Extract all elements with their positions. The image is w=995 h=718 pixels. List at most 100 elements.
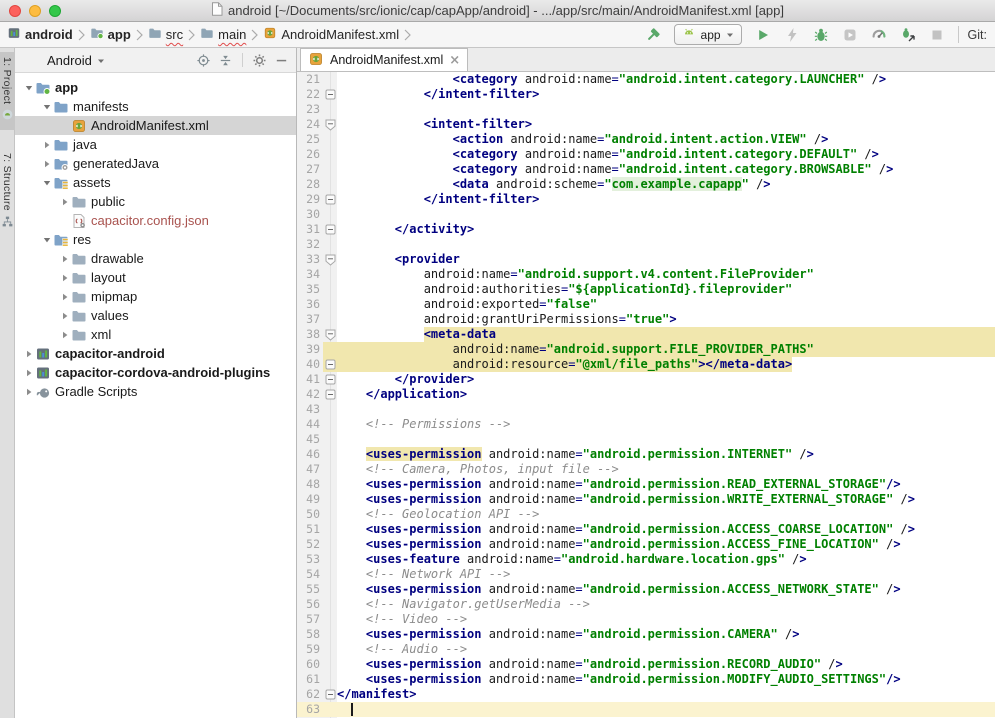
hide-panel-icon[interactable] [274,53,289,68]
code-line-61[interactable]: 61 <uses-permission android:name="androi… [297,672,995,687]
fold-marker-icon[interactable] [323,224,337,235]
tool-window-button-7-structure[interactable]: 7: Structure [0,148,15,237]
tree-item-capacitor-config-json[interactable]: capacitor.config.json [15,211,296,230]
code-line-33[interactable]: 33 <provider [297,252,995,267]
tree-item-public[interactable]: public [15,192,296,211]
close-tab-icon[interactable]: × [449,54,460,67]
run-icon[interactable] [751,24,775,46]
fold-marker-icon[interactable] [323,374,337,385]
tree-item-capacitor-cordova-android-plugins[interactable]: capacitor-cordova-android-plugins [15,363,296,382]
code-line-48[interactable]: 48 <uses-permission android:name="androi… [297,477,995,492]
chevron-collapsed-icon[interactable] [59,197,71,207]
tree-item-values[interactable]: values [15,306,296,325]
code-line-59[interactable]: 59 <!-- Audio --> [297,642,995,657]
breadcrumb-item-src[interactable]: src [147,26,184,43]
collapse-all-icon[interactable] [218,53,233,68]
code-line-54[interactable]: 54 <!-- Network API --> [297,567,995,582]
code-line-45[interactable]: 45 [297,432,995,447]
code-line-63[interactable]: 63 [297,702,995,717]
code-line-37[interactable]: 37 android:grantUriPermissions="true"> [297,312,995,327]
code-line-39[interactable]: 39 android:name="android.support.FILE_PR… [297,342,995,357]
chevron-expanded-icon[interactable] [23,83,35,93]
code-line-41[interactable]: 41 </provider> [297,372,995,387]
chevron-collapsed-icon[interactable] [59,292,71,302]
tree-item-res[interactable]: res [15,230,296,249]
fold-marker-icon[interactable] [323,194,337,205]
tree-item-drawable[interactable]: drawable [15,249,296,268]
code-line-36[interactable]: 36 android:exported="false" [297,297,995,312]
code-line-43[interactable]: 43 [297,402,995,417]
tree-item-manifests[interactable]: manifests [15,97,296,116]
code-line-58[interactable]: 58 <uses-permission android:name="androi… [297,627,995,642]
code-line-40[interactable]: 40 android:resource="@xml/file_paths"></… [297,357,995,372]
tree-item-app[interactable]: app [15,78,296,97]
code-line-53[interactable]: 53 <uses-feature android:name="android.h… [297,552,995,567]
code-line-23[interactable]: 23 [297,102,995,117]
code-line-47[interactable]: 47 <!-- Camera, Photos, input file --> [297,462,995,477]
chevron-collapsed-icon[interactable] [23,368,35,378]
code-line-34[interactable]: 34 android:name="android.support.v4.cont… [297,267,995,282]
code-line-22[interactable]: 22 </intent-filter> [297,87,995,102]
fold-marker-icon[interactable] [323,689,337,700]
code-line-35[interactable]: 35 android:authorities="${applicationId}… [297,282,995,297]
code-line-30[interactable]: 30 [297,207,995,222]
chevron-collapsed-icon[interactable] [23,387,35,397]
code-line-50[interactable]: 50 <!-- Geolocation API --> [297,507,995,522]
code-line-56[interactable]: 56 <!-- Navigator.getUserMedia --> [297,597,995,612]
code-line-57[interactable]: 57 <!-- Video --> [297,612,995,627]
fold-marker-icon[interactable] [323,254,337,266]
code-line-25[interactable]: 25 <action android:name="android.intent.… [297,132,995,147]
locate-target-icon[interactable] [196,53,211,68]
code-line-38[interactable]: 38 <meta-data [297,327,995,342]
project-view-selector[interactable]: Android [47,53,92,68]
run-coverage-icon[interactable] [838,24,862,46]
code-line-44[interactable]: 44 <!-- Permissions --> [297,417,995,432]
editor-tab-androidmanifest[interactable]: AndroidManifest.xml × [300,48,468,71]
code-line-31[interactable]: 31 </activity> [297,222,995,237]
tree-item-java[interactable]: java [15,135,296,154]
code-line-60[interactable]: 60 <uses-permission android:name="androi… [297,657,995,672]
gear-icon[interactable] [252,53,267,68]
chevron-collapsed-icon[interactable] [59,330,71,340]
tree-item-androidmanifest-xml[interactable]: AndroidManifest.xml [15,116,296,135]
code-line-24[interactable]: 24 <intent-filter> [297,117,995,132]
code-line-29[interactable]: 29 </intent-filter> [297,192,995,207]
chevron-expanded-icon[interactable] [41,235,53,245]
fold-marker-icon[interactable] [323,329,337,341]
chevron-down-icon[interactable] [97,53,105,68]
chevron-collapsed-icon[interactable] [41,159,53,169]
code-line-52[interactable]: 52 <uses-permission android:name="androi… [297,537,995,552]
code-line-21[interactable]: 21 <category android:name="android.inten… [297,72,995,87]
profiler-icon[interactable] [867,24,891,46]
fold-marker-icon[interactable] [323,119,337,131]
code-line-55[interactable]: 55 <uses-permission android:name="androi… [297,582,995,597]
breadcrumb-item-android[interactable]: android [6,26,74,43]
tree-item-mipmap[interactable]: mipmap [15,287,296,306]
tree-item-xml[interactable]: xml [15,325,296,344]
breadcrumb-item-main[interactable]: main [199,26,247,43]
minimize-window-button[interactable] [29,5,41,17]
code-editor[interactable]: 21 <category android:name="android.inten… [297,72,995,718]
code-line-62[interactable]: 62</manifest> [297,687,995,702]
chevron-expanded-icon[interactable] [41,102,53,112]
chevron-collapsed-icon[interactable] [59,273,71,283]
chevron-collapsed-icon[interactable] [59,254,71,264]
close-window-button[interactable] [9,5,21,17]
fold-marker-icon[interactable] [323,89,337,100]
debug-icon[interactable] [809,24,833,46]
code-line-42[interactable]: 42 </application> [297,387,995,402]
code-line-32[interactable]: 32 [297,237,995,252]
tree-item-generatedjava[interactable]: generatedJava [15,154,296,173]
tree-item-layout[interactable]: layout [15,268,296,287]
tree-item-assets[interactable]: assets [15,173,296,192]
breadcrumb-item-app[interactable]: app [89,26,132,43]
code-line-26[interactable]: 26 <category android:name="android.inten… [297,147,995,162]
stop-icon[interactable] [925,24,949,46]
zoom-window-button[interactable] [49,5,61,17]
apply-changes-icon[interactable] [780,24,804,46]
code-line-49[interactable]: 49 <uses-permission android:name="androi… [297,492,995,507]
tree-item-gradle-scripts[interactable]: Gradle Scripts [15,382,296,401]
code-line-28[interactable]: 28 <data android:scheme="com.example.cap… [297,177,995,192]
chevron-collapsed-icon[interactable] [23,349,35,359]
code-line-51[interactable]: 51 <uses-permission android:name="androi… [297,522,995,537]
